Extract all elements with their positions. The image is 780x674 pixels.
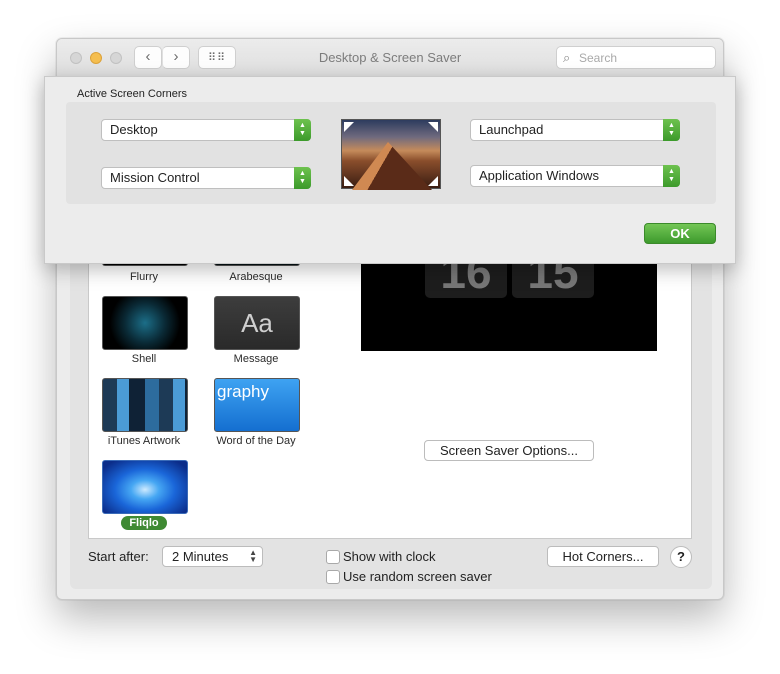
show-with-clock-checkbox[interactable] — [326, 550, 340, 564]
updown-icon: ▲ ▼ — [294, 119, 311, 141]
bottom-left-corner-value: Mission Control — [110, 170, 200, 185]
saver-label: Message — [233, 353, 279, 365]
random-saver-checkbox[interactable] — [326, 570, 340, 584]
corner-marker-icon — [428, 176, 438, 186]
sheet-title: Active Screen Corners — [77, 88, 188, 100]
corner-marker-icon — [344, 122, 354, 132]
random-saver-label: Use random screen saver — [343, 569, 492, 584]
title-bar: ‹ › ⠿⠿ Desktop & Screen Saver ⌕ Search — [57, 39, 723, 77]
active-screen-corners-sheet: Active Screen Corners Desktop ▲ ▼ Mission… — [44, 76, 736, 264]
itunes-artwork-thumbnail[interactable] — [102, 378, 188, 432]
clock-preview: 16 15 — [361, 264, 657, 351]
message-thumbnail[interactable]: Aa — [214, 296, 300, 350]
bottom-left-corner-select[interactable]: Mission Control ▲ ▼ — [101, 167, 311, 189]
top-right-corner-value: Launchpad — [479, 122, 544, 137]
saver-label: Shell — [131, 353, 157, 365]
bottom-right-corner-value: Application Windows — [479, 168, 599, 183]
word-glyph: graphy — [217, 382, 269, 401]
hot-corners-button[interactable]: Hot Corners... — [547, 546, 659, 567]
saver-label: Flurry — [129, 271, 159, 283]
updown-icon: ▲ ▼ — [294, 167, 311, 189]
updown-icon: ▲ ▼ — [249, 548, 257, 564]
top-left-corner-value: Desktop — [110, 122, 158, 137]
saver-label: Word of the Day — [216, 435, 296, 447]
search-placeholder: Search — [579, 51, 618, 65]
desktop-preview-image — [341, 119, 441, 190]
corner-marker-icon — [344, 176, 354, 186]
search-icon: ⌕ — [563, 50, 571, 65]
dune-shape — [352, 142, 432, 190]
corner-marker-icon — [428, 122, 438, 132]
ok-button[interactable]: OK — [644, 223, 716, 244]
updown-icon: ▲ ▼ — [663, 119, 680, 141]
saver-label: iTunes Artwork — [107, 435, 181, 447]
updown-icon: ▲ ▼ — [663, 165, 680, 187]
screen-saver-options-button[interactable]: Screen Saver Options... — [424, 440, 594, 461]
search-field[interactable]: ⌕ Search — [556, 46, 716, 69]
top-left-corner-select[interactable]: Desktop ▲ ▼ — [101, 119, 311, 141]
bottom-right-corner-select[interactable]: Application Windows ▲ ▼ — [470, 165, 680, 187]
saver-label-selected: Fliqlo — [89, 516, 199, 530]
hours-digits: 16 — [425, 264, 507, 298]
selected-saver-label: Fliqlo — [121, 516, 167, 530]
start-after-select[interactable]: 2 Minutes ▲ ▼ — [162, 546, 263, 567]
saver-label: Arabesque — [229, 271, 283, 283]
show-with-clock-label: Show with clock — [343, 549, 436, 564]
fliqlo-thumbnail[interactable] — [102, 460, 188, 514]
minutes-digits: 15 — [512, 264, 594, 298]
shell-thumbnail[interactable] — [102, 296, 188, 350]
top-right-corner-select[interactable]: Launchpad ▲ ▼ — [470, 119, 680, 141]
word-of-the-day-thumbnail[interactable]: graphy — [214, 378, 300, 432]
start-after-label: Start after: — [88, 549, 149, 564]
help-button[interactable]: ? — [670, 546, 692, 568]
start-after-value: 2 Minutes — [172, 549, 229, 564]
message-glyph: Aa — [241, 308, 273, 338]
